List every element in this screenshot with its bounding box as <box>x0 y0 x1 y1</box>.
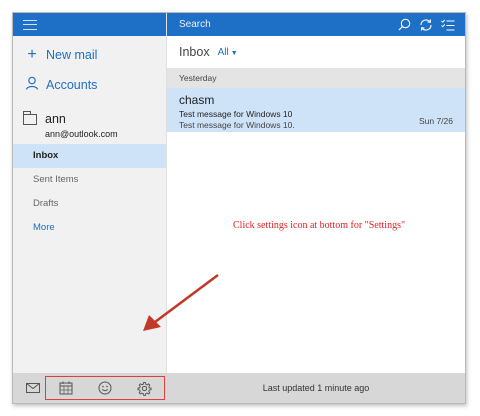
message-sender: chasm <box>179 93 215 107</box>
search-icon[interactable] <box>395 16 413 34</box>
page-title: Inbox <box>179 45 210 59</box>
account-email: ann@outlook.com <box>45 129 118 139</box>
top-bar <box>167 13 465 36</box>
feedback-smiley-icon[interactable] <box>94 378 116 398</box>
inbox-header: Inbox All ▼ <box>167 36 465 68</box>
filter-dropdown[interactable]: All ▼ <box>218 47 238 58</box>
folder-drafts[interactable]: Drafts <box>13 192 166 216</box>
message-date: Sun 7/26 <box>418 116 453 126</box>
date-group-header: Yesterday <box>167 68 465 88</box>
more-folders-link[interactable]: More <box>13 216 166 240</box>
search-input[interactable] <box>179 19 391 30</box>
accounts-label: Accounts <box>46 78 98 92</box>
settings-gear-icon[interactable] <box>133 378 155 398</box>
hamburger-menu-icon[interactable] <box>23 19 37 30</box>
folder-sent-items[interactable]: Sent Items <box>13 168 166 192</box>
highlighted-tools-box <box>45 376 165 400</box>
status-bar: Last updated 1 minute ago <box>167 373 465 403</box>
chevron-down-icon: ▼ <box>230 49 238 57</box>
sidebar-bottom-bar <box>13 373 167 403</box>
navigation-pane: + New mail Accounts ann ann@outlook.com … <box>13 13 167 403</box>
account-ann[interactable]: ann ann@outlook.com <box>13 106 166 144</box>
message-list-pane: Inbox All▼ Yesterday chasm Test message … <box>167 13 465 403</box>
new-mail-button[interactable]: + New mail <box>13 40 166 70</box>
message-subject: Test message for Windows 10 <box>179 109 293 119</box>
calendar-icon[interactable] <box>55 378 77 398</box>
status-text: Last updated 1 minute ago <box>262 383 370 393</box>
folder-icon <box>23 111 37 125</box>
mail-app-window: + New mail Accounts ann ann@outlook.com … <box>12 12 466 404</box>
sync-icon[interactable] <box>417 16 435 34</box>
accounts-button[interactable]: Accounts <box>13 70 166 100</box>
mail-icon[interactable] <box>21 383 45 393</box>
select-mode-icon[interactable] <box>439 16 457 34</box>
filter-label: All <box>217 46 229 58</box>
folder-inbox[interactable]: Inbox <box>13 144 166 168</box>
message-item[interactable]: chasm Test message for Windows 10 Test m… <box>167 88 465 132</box>
person-icon <box>23 76 41 94</box>
account-name: ann <box>45 112 66 126</box>
sidebar-header <box>13 13 166 36</box>
new-mail-label: New mail <box>46 48 98 62</box>
plus-icon: + <box>27 46 37 63</box>
message-preview: Test message for Windows 10. <box>179 120 295 130</box>
instruction-annotation: Click settings icon at bottom for "Setti… <box>233 220 406 231</box>
